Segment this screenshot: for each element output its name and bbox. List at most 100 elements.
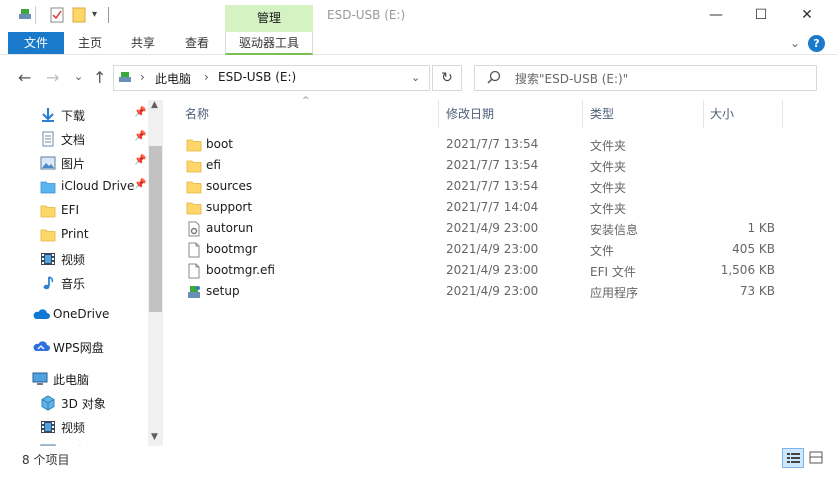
sidebar-item-4[interactable]: iCloud Drive 📌	[0, 176, 150, 198]
file-row[interactable]: efi 2021/7/7 13:54 文件夹	[181, 155, 801, 176]
folder-icon	[186, 179, 202, 194]
file-name: support	[206, 200, 253, 214]
tab-drive-tools[interactable]: 驱动器工具	[225, 32, 313, 55]
breadcrumb-drive[interactable]: ESD-USB (E:)	[218, 70, 296, 84]
file-row[interactable]: sources 2021/7/7 13:54 文件夹	[181, 176, 801, 197]
sidebar-scrollbar[interactable]: ▲ ▼	[148, 100, 163, 446]
sidebar-item-10[interactable]: WPS网盘	[0, 336, 150, 358]
column-header-type[interactable]: 类型	[584, 100, 704, 128]
sidebar-item-2[interactable]: 文档 📌	[0, 128, 150, 150]
minimize-button[interactable]: —	[693, 0, 739, 32]
refresh-button[interactable]: ↻	[432, 65, 462, 91]
drive-icon	[118, 70, 132, 87]
pictures-icon	[40, 443, 56, 446]
sidebar-item-label: 图片	[61, 157, 86, 171]
file-row[interactable]: autorun 2021/4/9 23:00 安装信息 1 KB	[181, 218, 801, 239]
breadcrumb-separator: ›	[140, 70, 145, 84]
file-date: 2021/7/7 14:04	[446, 200, 539, 214]
column-header-name[interactable]: 名称	[179, 100, 439, 128]
file-row[interactable]: bootmgr.efi 2021/4/9 23:00 EFI 文件 1,506 KB	[181, 260, 801, 281]
column-header-size[interactable]: 大小	[704, 100, 783, 128]
address-bar[interactable]: › 此电脑 › ESD-USB (E:) ⌄	[113, 65, 430, 91]
back-arrow-icon[interactable]: ←	[18, 68, 31, 87]
sidebar-item-12[interactable]: 3D 对象	[0, 392, 150, 414]
breadcrumb-this-pc[interactable]: 此电脑	[155, 70, 191, 87]
sidebar-item-8[interactable]: 音乐	[0, 272, 150, 294]
sidebar-item-1[interactable]: 下载 📌	[0, 104, 150, 126]
onedrive-icon	[32, 307, 50, 323]
navigation-bar: ← → ⌄ ↑ › 此电脑 › ESD-USB (E:) ⌄ ↻ 搜索"ESD-…	[0, 60, 837, 96]
navigation-pane: 下载 📌 文档 📌 图片 📌 iCloud Drive 📌 EFI Print 视频 音乐 OneDri…	[0, 100, 165, 446]
document-icon	[40, 131, 56, 147]
maximize-button[interactable]: ☐	[738, 0, 784, 32]
file-type: 安装信息	[590, 223, 639, 237]
sidebar-item-3[interactable]: 图片 📌	[0, 152, 150, 174]
search-box[interactable]: 搜索"ESD-USB (E:)"	[474, 65, 817, 91]
sidebar-item-6[interactable]: Print	[0, 224, 150, 246]
sidebar-item-label: WPS网盘	[53, 341, 104, 355]
tab-view[interactable]: 查看	[176, 32, 218, 54]
folder-icon	[186, 158, 202, 173]
file-date: 2021/4/9 23:00	[446, 284, 539, 298]
file-size: 1 KB	[747, 221, 775, 235]
manage-context-tab[interactable]: 管理	[225, 5, 313, 33]
sidebar-item-13[interactable]: 视频	[0, 416, 150, 438]
file-row[interactable]: setup 2021/4/9 23:00 应用程序 73 KB	[181, 281, 801, 302]
icloud-folder-icon	[40, 179, 56, 195]
window-title: ESD-USB (E:)	[327, 8, 406, 22]
close-button[interactable]: ✕	[784, 0, 830, 32]
file-size: 405 KB	[732, 242, 775, 256]
file-name: boot	[206, 137, 234, 151]
recent-locations-icon[interactable]: ⌄	[74, 70, 83, 83]
sidebar-item-7[interactable]: 视频	[0, 248, 150, 270]
search-placeholder: 搜索"ESD-USB (E:)"	[515, 72, 629, 86]
up-arrow-icon[interactable]: ↑	[93, 68, 106, 87]
toolbar-divider	[108, 7, 109, 23]
scroll-up-icon[interactable]: ▲	[151, 100, 158, 110]
sidebar-item-label: 音乐	[61, 277, 86, 291]
drive-app-icon	[18, 7, 32, 24]
file-row[interactable]: bootmgr 2021/4/9 23:00 文件 405 KB	[181, 239, 801, 260]
file-type: 文件夹	[590, 139, 627, 153]
file-size: 73 KB	[739, 284, 775, 298]
music-icon	[40, 275, 56, 291]
ribbon-tabs: 文件 主页 共享 查看 驱动器工具 ⌄ ?	[0, 32, 837, 55]
file-date: 2021/7/7 13:54	[446, 137, 539, 151]
sidebar-item-11[interactable]: 此电脑	[0, 368, 150, 390]
file-row[interactable]: boot 2021/7/7 13:54 文件夹	[181, 134, 801, 155]
folder-icon	[40, 203, 56, 219]
large-icons-view-icon	[809, 451, 823, 464]
sidebar-item-9[interactable]: OneDrive	[0, 304, 150, 326]
quick-access-dropdown-icon[interactable]: ▾	[92, 9, 97, 20]
properties-quick-icon[interactable]	[50, 7, 64, 26]
file-list: ^ 名称 修改日期 类型 大小 boot 2021/7/7 13:54 文件夹 efi…	[165, 96, 837, 446]
scroll-down-icon[interactable]: ▼	[151, 432, 158, 442]
tab-home[interactable]: 主页	[70, 32, 110, 54]
tab-file[interactable]: 文件	[8, 32, 64, 54]
help-icon[interactable]: ?	[808, 35, 825, 52]
scroll-thumb[interactable]	[149, 146, 162, 312]
sidebar-item-label: 3D 对象	[61, 397, 106, 411]
folder-icon	[186, 137, 202, 152]
column-header-date[interactable]: 修改日期	[440, 100, 583, 128]
pin-icon: 📌	[134, 179, 147, 190]
folder-icon	[186, 200, 202, 215]
forward-arrow-icon[interactable]: →	[46, 68, 59, 87]
ribbon-collapse-icon[interactable]: ⌄	[786, 32, 804, 54]
file-type: 文件	[590, 244, 615, 258]
settings-file-icon	[186, 221, 202, 237]
search-icon	[487, 70, 501, 87]
file-row[interactable]: support 2021/7/7 14:04 文件夹	[181, 197, 801, 218]
sidebar-item-14[interactable]: 图片	[0, 440, 150, 446]
tab-share[interactable]: 共享	[122, 32, 164, 54]
address-dropdown-icon[interactable]: ⌄	[411, 71, 420, 84]
file-type: 文件夹	[590, 202, 627, 216]
videos-icon	[40, 419, 56, 435]
file-name: sources	[206, 179, 253, 193]
details-view-button[interactable]	[782, 448, 804, 468]
sidebar-item-label: iCloud Drive	[61, 179, 135, 193]
sidebar-item-5[interactable]: EFI	[0, 200, 150, 222]
download-icon	[40, 107, 56, 123]
new-folder-quick-icon[interactable]	[72, 7, 86, 26]
large-icons-view-button[interactable]	[806, 448, 828, 468]
